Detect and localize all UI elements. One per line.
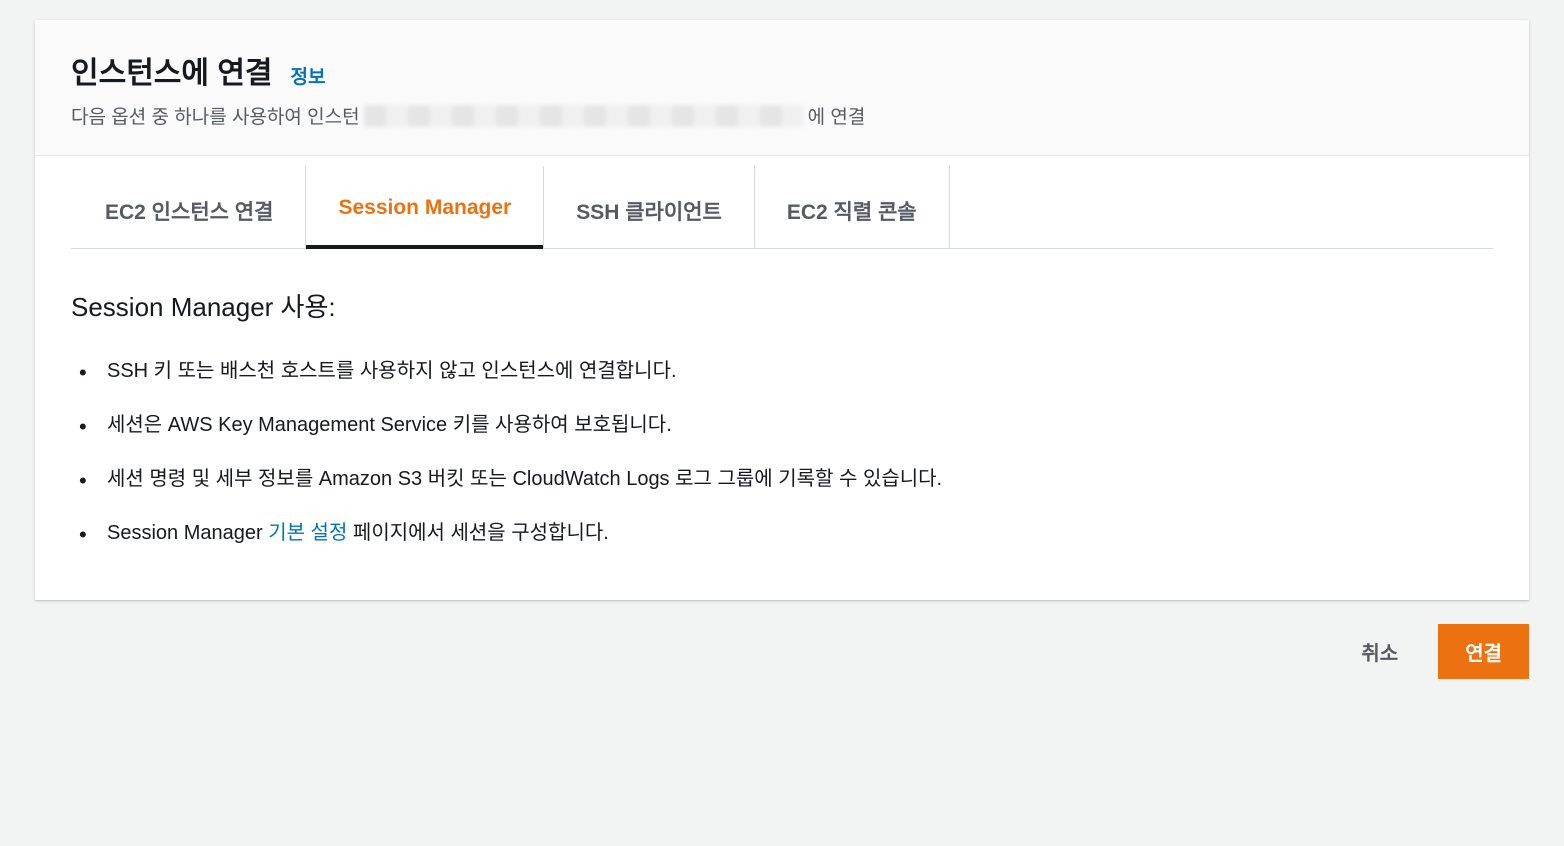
subtitle-suffix: 에 연결 (808, 102, 866, 129)
panel-header: 인스턴스에 연결 정보 다음 옵션 중 하나를 사용하여 인스턴 에 연결 (35, 20, 1529, 156)
content-heading: Session Manager 사용: (71, 287, 1493, 324)
subtitle-row: 다음 옵션 중 하나를 사용하여 인스턴 에 연결 (71, 102, 1493, 129)
list-item: Session Manager 기본 설정 페이지에서 세션을 구성합니다. (71, 506, 1493, 560)
tab-ssh-client[interactable]: SSH 클라이언트 (544, 166, 755, 248)
connect-button[interactable]: 연결 (1438, 624, 1529, 679)
tabs: EC2 인스턴스 연결 Session Manager SSH 클라이언트 EC… (71, 166, 1493, 249)
preferences-link[interactable]: 기본 설정 (268, 522, 347, 544)
list-item-text: SSH 키 또는 배스천 호스트를 사용하지 않고 인스턴스에 연결합니다. (107, 360, 677, 382)
info-link[interactable]: 정보 (291, 62, 326, 89)
tab-session-manager[interactable]: Session Manager (306, 166, 544, 248)
tab-ec2-serial-console[interactable]: EC2 직렬 콘솔 (755, 166, 950, 248)
panel-body: EC2 인스턴스 연결 Session Manager SSH 클라이언트 EC… (35, 166, 1529, 600)
page-title: 인스턴스에 연결 (71, 48, 273, 92)
list-item: 세션은 AWS Key Management Service 키를 사용하여 보… (71, 398, 1493, 452)
redacted-instance-id (364, 105, 804, 127)
connect-instance-panel: 인스턴스에 연결 정보 다음 옵션 중 하나를 사용하여 인스턴 에 연결 EC… (35, 20, 1529, 600)
list-item-text: 세션 명령 및 세부 정보를 Amazon S3 버킷 또는 CloudWatc… (107, 468, 942, 490)
list-item-text: 세션은 AWS Key Management Service 키를 사용하여 보… (107, 414, 672, 436)
cancel-button[interactable]: 취소 (1335, 624, 1424, 679)
subtitle-prefix: 다음 옵션 중 하나를 사용하여 인스턴 (71, 102, 360, 129)
bullet-list: SSH 키 또는 배스천 호스트를 사용하지 않고 인스턴스에 연결합니다. 세… (71, 344, 1493, 560)
list-item-prefix: Session Manager (107, 522, 268, 544)
list-item: 세션 명령 및 세부 정보를 Amazon S3 버킷 또는 CloudWatc… (71, 452, 1493, 506)
actions-bar: 취소 연결 (0, 600, 1564, 679)
list-item-suffix: 페이지에서 세션을 구성합니다. (347, 522, 608, 544)
title-row: 인스턴스에 연결 정보 (71, 48, 1493, 92)
list-item: SSH 키 또는 배스천 호스트를 사용하지 않고 인스턴스에 연결합니다. (71, 344, 1493, 398)
tab-ec2-instance-connect[interactable]: EC2 인스턴스 연결 (71, 166, 306, 248)
